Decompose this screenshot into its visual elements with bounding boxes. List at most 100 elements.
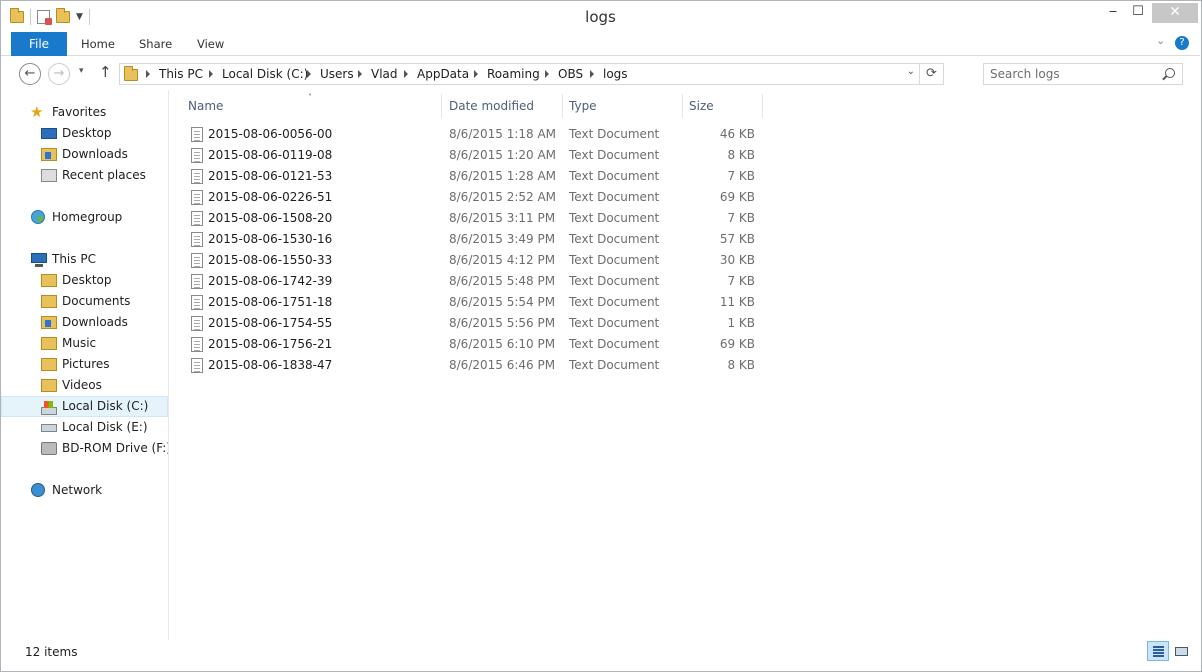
search-icon[interactable] (1165, 68, 1175, 78)
table-row[interactable]: 2015-08-06-1754-55 8/6/2015 5:56 PM Text D… (186, 313, 766, 334)
table-row[interactable]: 2015-08-06-1508-20 8/6/2015 3:11 PM Text D… (186, 208, 766, 229)
column-header-size[interactable]: Size (689, 98, 714, 120)
sidebar-item-pc-downloads[interactable]: Downloads (1, 312, 168, 333)
sidebar-item-desktop[interactable]: Desktop (1, 123, 168, 144)
text-document-icon (191, 127, 203, 142)
recent-locations-button[interactable]: ▾ (79, 66, 84, 76)
chevron-right-icon[interactable] (146, 70, 150, 78)
documents-folder-icon (41, 295, 57, 308)
chevron-right-icon[interactable] (209, 70, 213, 78)
file-date-modified: 8/6/2015 1:20 AM (449, 148, 557, 162)
table-row[interactable]: 2015-08-06-1530-16 8/6/2015 3:49 PM Text D… (186, 229, 766, 250)
file-date-modified: 8/6/2015 6:46 PM (449, 358, 556, 372)
table-row[interactable]: 2015-08-06-0119-08 8/6/2015 1:20 AM Text D… (186, 145, 766, 166)
chevron-right-icon[interactable] (474, 70, 478, 78)
tab-home[interactable]: Home (81, 32, 115, 56)
sidebar-item-label: Music (62, 336, 97, 350)
address-bar[interactable]: This PC Local Disk (C:) Users Vlad AppDa… (119, 63, 944, 85)
chevron-right-icon[interactable] (307, 70, 311, 78)
tab-view[interactable]: View (197, 32, 224, 56)
file-size: 1 KB (727, 316, 755, 330)
breadcrumb-appdata[interactable]: AppData (417, 67, 469, 81)
file-type: Text Document (569, 190, 660, 204)
table-row[interactable]: 2015-08-06-1742-39 8/6/2015 5:48 PM Text D… (186, 271, 766, 292)
table-row[interactable]: 2015-08-06-1838-47 8/6/2015 6:46 PM Text D… (186, 355, 766, 376)
sidebar-item-local-disk-c[interactable]: Local Disk (C:) (1, 396, 168, 417)
chevron-right-icon[interactable] (358, 70, 362, 78)
table-row[interactable]: 2015-08-06-0226-51 8/6/2015 2:52 AM Text D… (186, 187, 766, 208)
breadcrumb-this-pc[interactable]: This PC (159, 67, 203, 81)
sidebar-item-pc-desktop[interactable]: Desktop (1, 270, 168, 291)
breadcrumb-roaming[interactable]: Roaming (487, 67, 540, 81)
address-history-dropdown[interactable]: ⌄ (907, 66, 915, 77)
sidebar-item-label: Pictures (62, 357, 110, 371)
sidebar-item-label: Downloads (62, 147, 128, 161)
column-header-name[interactable]: Name ˄ (188, 93, 312, 120)
sidebar-item-network[interactable]: Network (1, 480, 168, 501)
text-document-icon (191, 190, 203, 205)
sidebar-item-videos[interactable]: Videos (1, 375, 168, 396)
search-input[interactable] (990, 67, 1150, 81)
column-header-type[interactable]: Type (569, 98, 597, 120)
column-header-date[interactable]: Date modified (449, 98, 534, 120)
table-row[interactable]: 2015-08-06-1550-33 8/6/2015 4:12 PM Text D… (186, 250, 766, 271)
sort-ascending-icon: ˄ (308, 93, 312, 102)
close-button[interactable]: ✕ (1152, 3, 1198, 23)
sidebar-item-local-disk-e[interactable]: Local Disk (E:) (1, 417, 168, 438)
breadcrumb-vlad[interactable]: Vlad (371, 67, 398, 81)
file-size: 8 KB (727, 358, 755, 372)
column-divider[interactable] (562, 94, 563, 118)
breadcrumb-logs[interactable]: logs (603, 67, 628, 81)
sidebar-item-this-pc[interactable]: This PC (1, 249, 168, 270)
table-row[interactable]: 2015-08-06-1756-21 8/6/2015 6:10 PM Text D… (186, 334, 766, 355)
file-size: 7 KB (727, 211, 755, 225)
sidebar-item-label: Local Disk (E:) (62, 420, 148, 434)
window-title: logs (585, 8, 616, 26)
sidebar-item-pictures[interactable]: Pictures (1, 354, 168, 375)
details-view-button[interactable] (1147, 641, 1169, 661)
drive-icon (41, 424, 57, 432)
column-divider[interactable] (762, 94, 763, 118)
table-row[interactable]: 2015-08-06-1751-18 8/6/2015 5:54 PM Text D… (186, 292, 766, 313)
tab-file[interactable]: File (11, 32, 67, 56)
chevron-right-icon[interactable] (545, 70, 549, 78)
sidebar-item-documents[interactable]: Documents (1, 291, 168, 312)
sidebar-item-homegroup[interactable]: Homegroup (1, 207, 168, 228)
chevron-right-icon[interactable] (404, 70, 408, 78)
breadcrumb-obs[interactable]: OBS (558, 67, 583, 81)
search-box[interactable] (983, 63, 1183, 85)
tab-share[interactable]: Share (139, 32, 172, 56)
maximize-button[interactable]: ☐ (1123, 3, 1153, 23)
table-row[interactable]: 2015-08-06-0121-53 8/6/2015 1:28 AM Text D… (186, 166, 766, 187)
sidebar-item-downloads[interactable]: Downloads (1, 144, 168, 165)
sidebar-item-label: Homegroup (52, 210, 123, 224)
text-document-icon (191, 253, 203, 268)
breadcrumb-local-disk-c[interactable]: Local Disk (C:) (222, 67, 308, 81)
text-document-icon (191, 337, 203, 352)
file-size: 69 KB (719, 190, 755, 204)
text-document-icon (191, 211, 203, 226)
item-count: 12 items (25, 645, 78, 659)
column-divider[interactable] (682, 94, 683, 118)
sidebar-item-bd-rom[interactable]: BD-ROM Drive (F:) V (1, 438, 168, 459)
back-button[interactable]: ← (19, 63, 41, 85)
help-icon[interactable]: ? (1175, 36, 1189, 50)
sidebar-item-music[interactable]: Music (1, 333, 168, 354)
expand-ribbon-icon[interactable]: ⌄ (1156, 34, 1165, 47)
column-divider[interactable] (441, 94, 442, 118)
file-list: Name ˄ Date modified Type Size 2015-08-0… (170, 90, 1200, 640)
up-button[interactable]: ↑ (99, 63, 112, 81)
sidebar-item-label: BD-ROM Drive (F:) V (62, 441, 168, 455)
breadcrumb-users[interactable]: Users (320, 67, 354, 81)
file-date-modified: 8/6/2015 4:12 PM (449, 253, 556, 267)
table-row[interactable]: 2015-08-06-0056-00 8/6/2015 1:18 AM Text D… (186, 124, 766, 145)
file-type: Text Document (569, 127, 660, 141)
chevron-right-icon[interactable] (590, 70, 594, 78)
sidebar-item-favorites[interactable]: ★ Favorites (1, 102, 168, 123)
large-icons-view-button[interactable] (1170, 641, 1192, 661)
forward-button[interactable]: → (48, 63, 70, 85)
file-type: Text Document (569, 148, 660, 162)
sidebar-item-recent-places[interactable]: Recent places (1, 165, 168, 186)
refresh-button[interactable]: ⟳ (919, 64, 943, 84)
sidebar-item-label: Documents (62, 294, 131, 308)
